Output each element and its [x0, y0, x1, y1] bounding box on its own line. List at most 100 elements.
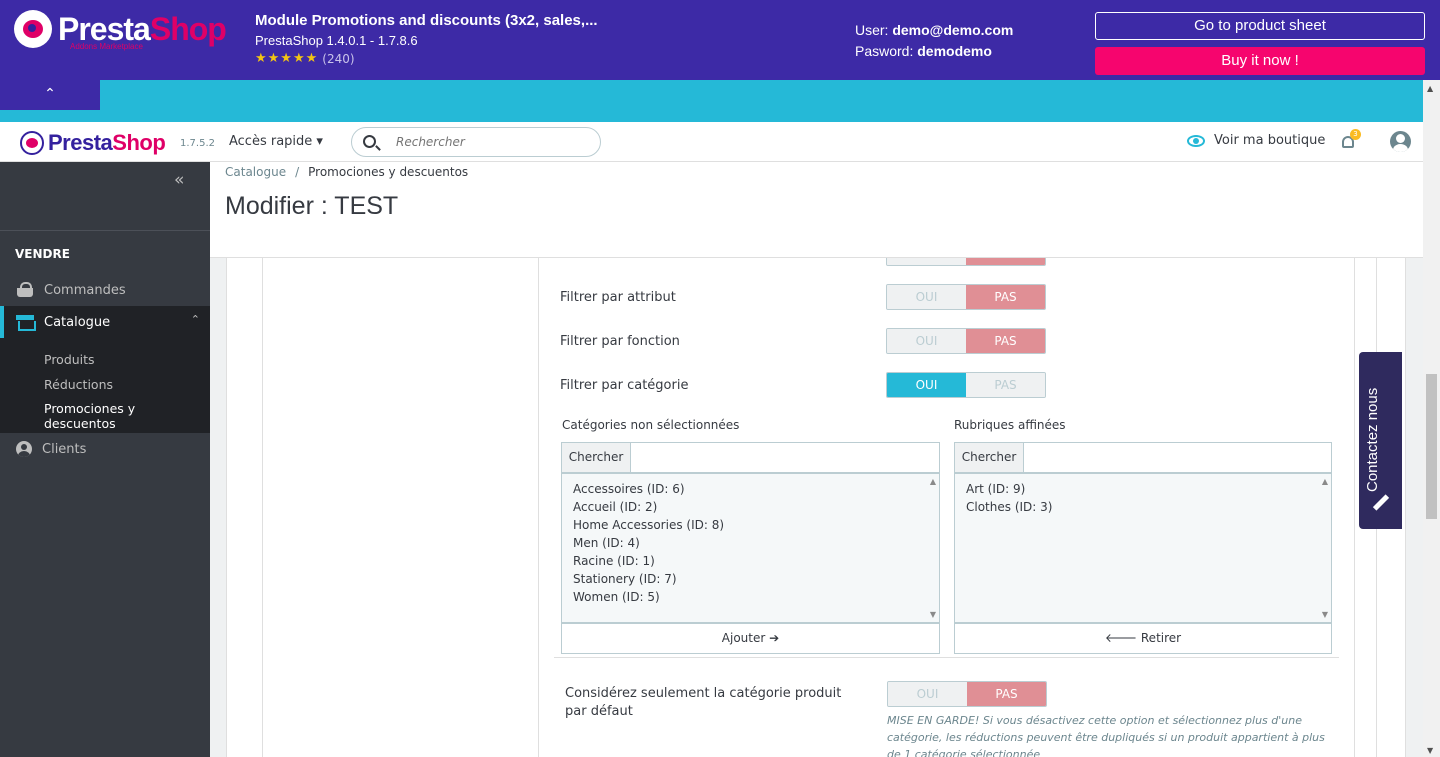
switch-no[interactable]: PAS — [966, 329, 1045, 353]
sidebar-section-vendre: VENDRE — [15, 247, 70, 261]
switch-yes[interactable]: OUI — [887, 373, 966, 397]
star-icons: ★★★★★ — [255, 51, 319, 66]
logo-subtitle: Addons Marketplace — [70, 42, 143, 51]
store-icon — [16, 314, 36, 331]
scroll-down-arrow-icon[interactable]: ▼ — [1427, 746, 1433, 755]
scroll-up-arrow-icon[interactable]: ▲ — [930, 477, 936, 486]
user-account-icon[interactable] — [1390, 131, 1411, 152]
buy-it-now-button[interactable]: Buy it now ! — [1095, 47, 1425, 75]
unselected-categories-title: Catégories non sélectionnées — [562, 418, 740, 432]
sidebar-nav: « VENDRE Commandes Catalogue ⌃ Produits … — [0, 162, 210, 757]
view-shop-link[interactable]: Voir ma boutique — [1187, 133, 1325, 148]
go-to-product-sheet-button[interactable]: Go to product sheet — [1095, 12, 1425, 40]
chevron-up-icon: ⌃ — [190, 313, 200, 326]
breadcrumb-current: Promociones y descuentos — [308, 165, 469, 179]
rating-count: (240) — [322, 51, 355, 66]
list-item[interactable]: Accueil (ID: 2) — [573, 500, 657, 514]
sidebar-item-clients[interactable]: Clients — [0, 433, 210, 465]
search-addon-label: Chercher — [562, 443, 631, 472]
filter-category-label: Filtrer par catégorie — [560, 378, 689, 393]
admin-search[interactable] — [351, 127, 601, 157]
scroll-up-arrow-icon[interactable]: ▲ — [1427, 84, 1433, 93]
list-item[interactable]: Racine (ID: 1) — [573, 554, 655, 568]
sidebar-item-catalogue[interactable]: Catalogue ⌃ — [0, 306, 210, 338]
eye-icon — [1187, 134, 1205, 147]
selected-search-input[interactable] — [1024, 443, 1331, 472]
filter-attribute-label: Filtrer par attribut — [560, 290, 676, 305]
user-circle-icon — [16, 441, 32, 457]
prestashop-addons-logo[interactable]: PrestaShop Addons Marketplace — [14, 10, 227, 51]
pencil-icon — [1372, 494, 1390, 511]
demo-credentials: User: demo@demo.com Pasword: demodemo — [855, 22, 1014, 59]
switch-yes[interactable]: OUI — [888, 682, 967, 706]
sidebar-divider — [0, 230, 210, 231]
filter-feature-label: Filtrer par fonction — [560, 334, 680, 349]
selected-categories-title: Rubriques affinées — [954, 418, 1066, 432]
switch-yes[interactable]: OUI — [887, 285, 966, 309]
addons-subbar — [0, 80, 1423, 122]
page-title: Modifier : TEST — [225, 192, 399, 220]
puffin-logo-icon — [20, 131, 44, 155]
module-version: PrestaShop 1.4.0.1 - 1.7.8.6 — [255, 33, 418, 48]
switch-no[interactable]: PAS — [966, 373, 1045, 397]
submenu-item-produits[interactable]: Produits — [44, 352, 95, 367]
scroll-down-arrow-icon[interactable]: ▼ — [1322, 610, 1328, 619]
contact-us-label: Contactez nous — [1364, 387, 1381, 492]
duplicate-discount-warning: MISE EN GARDE! Si vous désactivez cette … — [887, 714, 1325, 757]
filter-category-switch[interactable]: OUI PAS — [886, 372, 1046, 398]
quick-access-dropdown[interactable]: Accès rapide ▾ — [229, 134, 323, 149]
switch-no[interactable]: PAS — [967, 682, 1046, 706]
admin-version: 1.7.5.2 — [180, 138, 215, 149]
shopping-basket-icon — [16, 282, 34, 298]
sidebar-item-commandes[interactable]: Commandes — [0, 274, 210, 306]
list-item[interactable]: Stationery (ID: 7) — [573, 572, 677, 586]
breadcrumb: Catalogue/Promociones y descuentos — [225, 165, 469, 179]
submenu-item-reductions[interactable]: Réductions — [44, 377, 113, 392]
demo-user: demo@demo.com — [892, 22, 1014, 38]
search-icon[interactable] — [363, 135, 376, 148]
default-category-only-switch[interactable]: OUI PAS — [887, 681, 1047, 707]
unselected-search-group: Chercher — [561, 442, 940, 473]
scroll-down-arrow-icon[interactable]: ▼ — [930, 610, 936, 619]
catalogue-submenu: Produits Réductions Promociones y descue… — [0, 338, 210, 433]
remove-category-button[interactable]: 🡐 Retirer — [954, 623, 1332, 654]
list-item[interactable]: Men (ID: 4) — [573, 536, 640, 550]
filter-attribute-switch[interactable]: OUI PAS — [886, 284, 1046, 310]
module-info: Module Promotions and discounts (3x2, sa… — [255, 12, 598, 66]
breadcrumb-catalogue[interactable]: Catalogue — [225, 165, 286, 179]
scrollbar-thumb[interactable] — [1426, 374, 1437, 519]
contact-us-tab[interactable]: Contactez nous — [1359, 352, 1402, 529]
puffin-logo-icon — [14, 10, 52, 48]
list-item[interactable]: Home Accessories (ID: 8) — [573, 518, 724, 532]
notification-badge: 3 — [1350, 129, 1361, 140]
filter-feature-switch[interactable]: OUI PAS — [886, 328, 1046, 354]
form-column-divider — [538, 258, 539, 757]
selected-search-group: Chercher — [954, 442, 1332, 473]
unselected-categories-list[interactable]: Accessoires (ID: 6) Accueil (ID: 2) Home… — [561, 473, 940, 623]
list-item[interactable]: Art (ID: 9) — [966, 482, 1025, 496]
search-addon-label: Chercher — [955, 443, 1024, 472]
switch-no[interactable]: PAS — [966, 285, 1045, 309]
submenu-item-promociones[interactable]: Promociones y descuentos — [44, 401, 210, 431]
list-item[interactable]: Accessoires (ID: 6) — [573, 482, 685, 496]
module-rating: ★★★★★ (240) — [255, 51, 598, 66]
scroll-up-arrow-icon[interactable]: ▲ — [1322, 477, 1328, 486]
add-category-button[interactable]: Ajouter ➔ — [561, 623, 940, 654]
addons-topbar: PrestaShop Addons Marketplace Module Pro… — [0, 0, 1440, 80]
demo-password: demodemo — [917, 43, 992, 59]
admin-header: PrestaShop 1.7.5.2 Accès rapide ▾ Voir m… — [0, 122, 1423, 162]
selected-categories-list[interactable]: Art (ID: 9) Clothes (ID: 3) ▲ ▼ — [954, 473, 1332, 623]
list-item[interactable]: Women (ID: 5) — [573, 590, 660, 604]
unselected-search-input[interactable] — [631, 443, 939, 472]
form-divider — [554, 657, 1339, 658]
collapse-topbar-button[interactable]: ⌃ — [0, 80, 100, 110]
page-scrollbar[interactable]: ▲ ▼ — [1423, 80, 1440, 757]
default-category-only-label: Considérez seulement la catégorie produi… — [565, 686, 842, 719]
chevron-up-icon: ⌃ — [44, 86, 56, 102]
admin-logo[interactable]: PrestaShop — [20, 130, 166, 156]
list-item[interactable]: Clothes (ID: 3) — [966, 500, 1052, 514]
double-chevron-left-icon[interactable]: « — [174, 170, 184, 190]
search-input[interactable] — [396, 133, 586, 151]
module-title: Module Promotions and discounts (3x2, sa… — [255, 12, 598, 29]
switch-yes[interactable]: OUI — [887, 329, 966, 353]
